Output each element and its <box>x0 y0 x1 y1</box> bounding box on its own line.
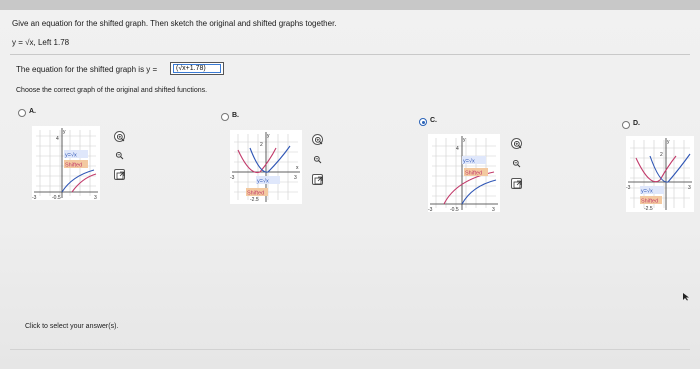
graph-d-x-min: -3 <box>626 185 631 191</box>
option-d-label[interactable]: D. <box>633 120 640 127</box>
instruction-text: Give an equation for the shifted graph. … <box>12 19 337 28</box>
answer-box: (√x+1.78) <box>170 62 224 75</box>
answer-prompt: The equation for the shifted graph is y … <box>16 65 158 74</box>
divider <box>10 54 690 55</box>
graph-b-shifted-label: Shifted <box>247 191 264 197</box>
zoom-out-icon[interactable] <box>511 158 522 169</box>
problem-function: √x <box>25 38 34 47</box>
radio-option-a[interactable] <box>18 109 26 117</box>
zoom-out-icon[interactable] <box>114 150 125 161</box>
zoom-in-icon[interactable] <box>114 131 125 142</box>
graph-a-x-min: -3 <box>32 195 37 201</box>
answer-input[interactable]: (√x+1.78) <box>173 64 221 73</box>
problem-suffix: , Left 1.78 <box>33 38 70 47</box>
graph-d-x-max: 3 <box>688 185 691 191</box>
graph-b-y-tick: 2 <box>260 142 263 148</box>
radio-option-d[interactable] <box>622 121 630 129</box>
graph-b-shift-tick: -2.5 <box>250 197 259 203</box>
graph-d-shift-tick: -2.5 <box>644 206 653 212</box>
popout-icon[interactable] <box>114 169 125 180</box>
choose-prompt: Choose the correct graph of the original… <box>16 87 208 94</box>
footer-divider <box>10 349 690 350</box>
graph-a-x-max: 3 <box>94 195 97 201</box>
graph-a-original-label: y=√x <box>65 152 77 159</box>
option-c-label[interactable]: C. <box>430 117 437 124</box>
footer-instruction: Click to select your answer(s). <box>25 323 119 330</box>
problem-prefix: y = <box>12 38 26 47</box>
graph-c-shifted-label: Shifted <box>465 171 482 177</box>
graph-option-c[interactable]: y=√x Shifted y 4 -3 3 -0.5 <box>428 134 500 213</box>
radio-option-b[interactable] <box>221 113 229 121</box>
graph-b-x-min: -3 <box>230 175 235 181</box>
graph-a-shifted-label: Shifted <box>65 163 82 169</box>
graph-a-shift-tick: -0.5 <box>52 195 61 201</box>
page: Give an equation for the shifted graph. … <box>0 0 700 369</box>
zoom-in-icon[interactable] <box>312 134 323 145</box>
graph-c-y-tick: 4 <box>456 146 459 152</box>
graph-d-shifted-label: Shifted <box>641 199 658 205</box>
option-b-label[interactable]: B. <box>232 112 239 119</box>
graph-b-x-max: 3 <box>294 175 297 181</box>
question-sheet: Give an equation for the shifted graph. … <box>0 10 700 369</box>
option-a-label[interactable]: A. <box>29 108 36 115</box>
graph-b-original-label: y=√x <box>257 178 269 185</box>
graph-c-x-min: -3 <box>428 207 433 213</box>
graph-c-shift-tick: -0.5 <box>450 207 459 213</box>
zoom-out-icon[interactable] <box>312 154 323 165</box>
popout-icon[interactable] <box>312 174 323 185</box>
popout-icon[interactable] <box>511 178 522 189</box>
graph-a-y-tick: 4 <box>56 136 59 142</box>
graph-option-b[interactable]: y=√x Shifted y 2 -3 3 x -2.5 <box>230 130 302 204</box>
radio-option-c[interactable] <box>419 118 427 126</box>
zoom-in-icon[interactable] <box>511 138 522 149</box>
problem-statement: y = √x, Left 1.78 <box>12 38 69 47</box>
graph-d-y-tick: 2 <box>660 152 663 158</box>
mouse-pointer-icon <box>683 293 689 301</box>
graph-c-original-label: y=√x <box>463 158 475 165</box>
graph-c-x-max: 3 <box>492 207 495 213</box>
graph-option-a[interactable]: y=√x Shifted y 4 -3 3 -0.5 <box>32 126 100 201</box>
graph-d-original-label: y=√x <box>641 188 653 195</box>
graph-option-d[interactable]: y=√x Shifted y 2 -3 3 -2.5 <box>626 136 694 212</box>
